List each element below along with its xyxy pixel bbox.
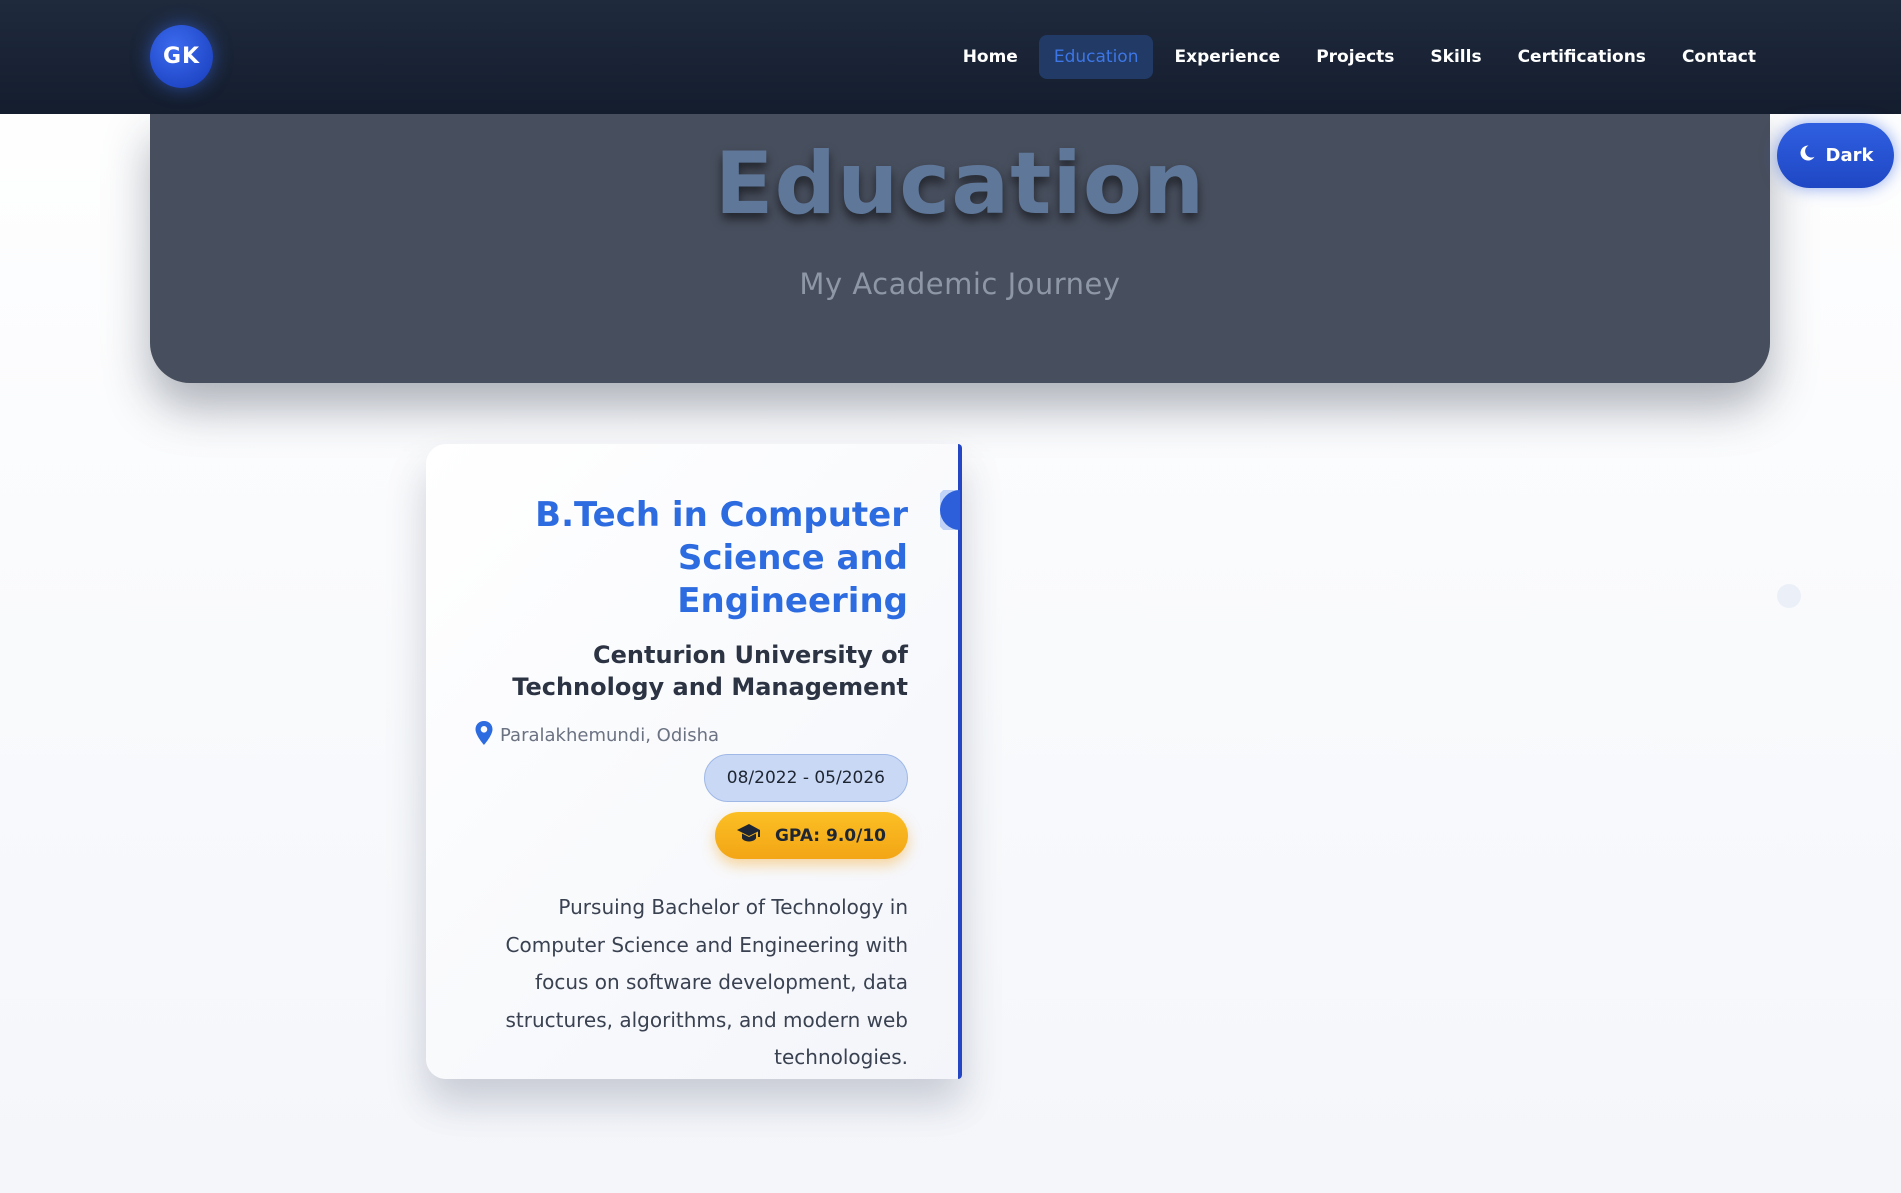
page-title: Education [714, 134, 1206, 234]
nav-link-education[interactable]: Education [1038, 34, 1154, 79]
navbar: GK Home Education Experience Projects Sk… [0, 0, 1901, 114]
moon-icon [1798, 144, 1816, 167]
education-description: Pursuing Bachelor of Technology in Compu… [505, 895, 908, 1069]
university-name: Centurion University of Technology and M… [512, 641, 908, 701]
location-text: Paralakhemundi, Odisha [500, 725, 720, 746]
location: Paralakhemundi, Odisha [474, 721, 908, 750]
dark-mode-label: Dark [1825, 145, 1874, 166]
nav-links: Home Education Experience Projects Skill… [948, 33, 1771, 80]
nav-link-projects[interactable]: Projects [1301, 35, 1409, 79]
degree-title: B.Tech in Computer Science and Engineeri… [535, 495, 908, 621]
date-badge: 08/2022 - 05/2026 [703, 754, 908, 802]
dark-mode-toggle[interactable]: Dark [1777, 123, 1894, 188]
page-subtitle: My Academic Journey [799, 267, 1121, 301]
logo[interactable]: GK [150, 25, 213, 88]
nav-link-skills[interactable]: Skills [1415, 35, 1496, 79]
map-pin-icon [474, 721, 494, 750]
gpa-badge: GPA: 9.0/10 [714, 812, 908, 859]
graduation-cap-icon [736, 824, 761, 847]
education-card-content: B.Tech in Computer Science and Engineeri… [474, 494, 908, 1077]
nav-link-experience[interactable]: Experience [1159, 35, 1295, 79]
education-card: B.Tech in Computer Science and Engineeri… [426, 444, 962, 1079]
gpa-text: GPA: 9.0/10 [774, 825, 886, 846]
education-hero: Education My Academic Journey [150, 114, 1770, 383]
decorative-dot [1777, 584, 1801, 608]
nav-link-contact[interactable]: Contact [1667, 35, 1771, 79]
nav-link-home[interactable]: Home [948, 35, 1033, 79]
nav-link-certifications[interactable]: Certifications [1503, 35, 1661, 79]
